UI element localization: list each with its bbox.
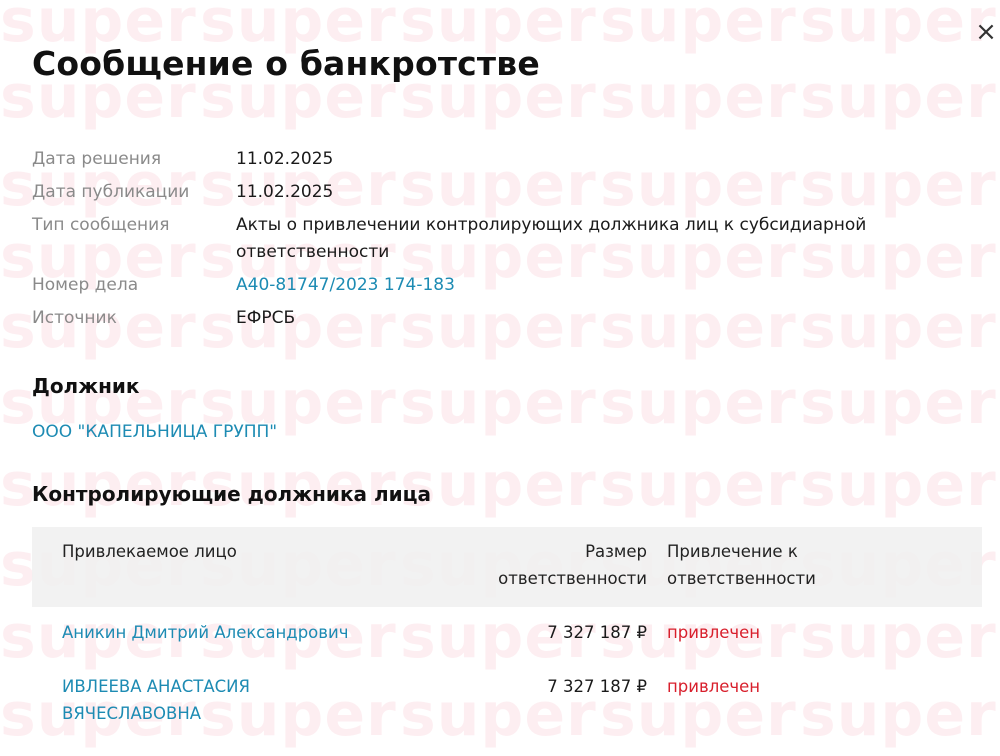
column-header-status: Привлечение к ответственности: [647, 538, 947, 607]
detail-label: Дата решения: [32, 149, 162, 169]
detail-value: Акты о привлечении контролирующих должни…: [236, 215, 867, 262]
person-name-line: ВЯЧЕСЛАВОВНА: [62, 704, 202, 723]
column-header-status-line: Привлечение к: [667, 542, 798, 561]
person-name-link[interactable]: Аникин Дмитрий Александрович: [32, 619, 418, 646]
debtor-heading: Должник: [32, 374, 140, 398]
liability-amount: 7 327 187 ₽: [547, 677, 647, 696]
detail-row-source: Источник ЕФРСБ: [32, 305, 932, 332]
close-icon[interactable]: ×: [972, 18, 1000, 46]
column-header-amount: Размер ответственности: [418, 538, 647, 607]
table-row: Аникин Дмитрий Александрович 7 327 187 ₽…: [32, 619, 982, 646]
liability-amount: 7 327 187 ₽: [547, 623, 647, 642]
column-header-amount-line: ответственности: [498, 569, 647, 588]
table-header: Привлекаемое лицо Размер ответственности…: [32, 527, 982, 607]
bankruptcy-message-dialog: × Сообщение о банкротстве Дата решения 1…: [0, 0, 1000, 756]
page-title: Сообщение о банкротстве: [32, 44, 540, 83]
column-header-person: Привлекаемое лицо: [62, 542, 237, 561]
status-badge: привлечен: [667, 623, 761, 642]
status-badge: привлечен: [667, 677, 761, 696]
case-number-link[interactable]: А40-81747/2023 174-183: [236, 272, 896, 299]
detail-row-decision-date: Дата решения 11.02.2025: [32, 146, 932, 173]
message-details: Дата решения 11.02.2025 Дата публикации …: [32, 146, 932, 338]
debtor-name-link[interactable]: ООО "КАПЕЛЬНИЦА ГРУПП": [32, 422, 277, 442]
table-row: ИВЛЕЕВА АНАСТАСИЯ ВЯЧЕСЛАВОВНА 7 327 187…: [32, 673, 982, 727]
column-header-amount-line: Размер: [585, 542, 647, 561]
detail-label: Источник: [32, 308, 117, 328]
controlling-persons-heading: Контролирующие должника лица: [32, 482, 431, 506]
person-name-line: Аникин Дмитрий Александрович: [62, 623, 349, 642]
detail-row-publication-date: Дата публикации 11.02.2025: [32, 179, 932, 206]
detail-label: Тип сообщения: [32, 215, 170, 235]
person-name-link[interactable]: ИВЛЕЕВА АНАСТАСИЯ ВЯЧЕСЛАВОВНА: [32, 673, 418, 727]
detail-label: Дата публикации: [32, 182, 190, 202]
detail-label: Номер дела: [32, 275, 139, 295]
detail-value: 11.02.2025: [236, 182, 334, 202]
detail-value: 11.02.2025: [236, 149, 334, 169]
detail-row-message-type: Тип сообщения Акты о привлечении контрол…: [32, 212, 932, 266]
person-name-line: ИВЛЕЕВА АНАСТАСИЯ: [62, 677, 250, 696]
controlling-persons-table: Привлекаемое лицо Размер ответственности…: [32, 527, 982, 727]
column-header-status-line: ответственности: [667, 569, 816, 588]
detail-row-case-number: Номер дела А40-81747/2023 174-183: [32, 272, 932, 299]
detail-value: ЕФРСБ: [236, 308, 296, 328]
